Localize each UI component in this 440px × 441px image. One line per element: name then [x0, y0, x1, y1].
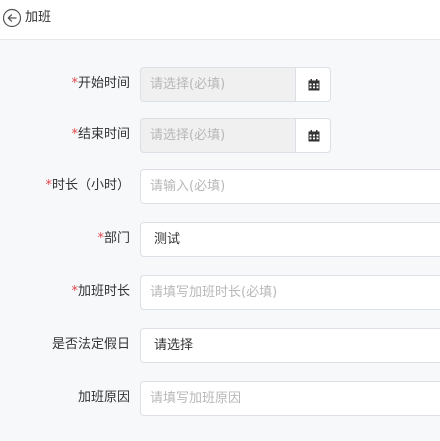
start-time-calendar-button[interactable]: [295, 67, 331, 102]
overtime-hours-input[interactable]: 请填写加班时长(必填): [140, 275, 440, 310]
department-value: 测试: [154, 232, 181, 247]
header-bar: 加班: [0, 0, 440, 40]
start-time-label: *开始时间: [71, 76, 130, 91]
page-title: 加班: [25, 10, 52, 25]
calendar-icon: [308, 130, 320, 142]
start-time-placeholder: 请选择(必填): [150, 77, 226, 92]
end-time-placeholder: 请选择(必填): [150, 128, 226, 143]
end-time-input[interactable]: 请选择(必填): [140, 118, 296, 153]
legal-holiday-value: 请选择: [154, 338, 194, 353]
start-time-input[interactable]: 请选择(必填): [140, 67, 296, 102]
end-time-label: *结束时间: [71, 127, 130, 142]
reason-input[interactable]: 请填写加班原因: [140, 381, 440, 416]
calendar-icon: [308, 79, 320, 91]
reason-label: 加班原因: [77, 390, 130, 405]
legal-holiday-label: 是否法定假日: [51, 337, 130, 352]
duration-placeholder: 请输入(必填): [150, 179, 226, 194]
back-arrow-icon[interactable]: [2, 8, 22, 28]
overtime-hours-placeholder: 请填写加班时长(必填): [150, 285, 278, 300]
overtime-hours-label: *加班时长: [71, 284, 130, 299]
department-input[interactable]: 测试: [140, 222, 440, 257]
reason-placeholder: 请填写加班原因: [150, 391, 242, 406]
legal-holiday-select[interactable]: 请选择: [140, 328, 440, 363]
end-time-calendar-button[interactable]: [295, 118, 331, 153]
duration-label: *时长（小时）: [45, 178, 130, 193]
department-label: *部门: [97, 231, 130, 246]
duration-input[interactable]: 请输入(必填): [140, 169, 440, 204]
